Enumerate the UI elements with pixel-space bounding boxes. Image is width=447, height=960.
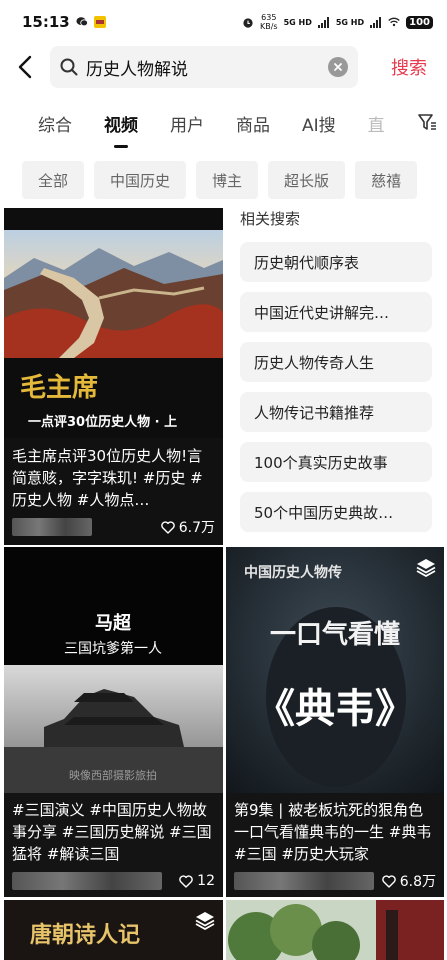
- status-time: 15:13: [22, 13, 70, 31]
- clear-search-button[interactable]: [328, 57, 348, 77]
- related-search-item[interactable]: 人物传记书籍推荐: [240, 392, 432, 432]
- signal-1-label: 5G HD: [283, 17, 312, 27]
- related-searches: 相关搜索 历史朝代顺序表 中国近代史讲解完… 历史人物传奇人生 人物传记书籍推荐…: [232, 206, 442, 532]
- back-button[interactable]: [0, 44, 50, 90]
- heart-icon: [160, 520, 175, 534]
- video-cover-ma-chao: 马超 三国坑爹第一人 映像西部摄影旅拍: [4, 547, 223, 797]
- result-tabs: 综合 视频 用户 商品 AI搜 直: [0, 100, 447, 146]
- battery-level: 100: [406, 15, 433, 29]
- filter-button[interactable]: [417, 112, 437, 136]
- chip-cixi[interactable]: 慈禧: [355, 161, 418, 199]
- signal-bars-icon: [317, 16, 330, 28]
- wifi-icon: [388, 16, 400, 28]
- tab-products[interactable]: 商品: [236, 111, 270, 136]
- video-cover-trees: [226, 900, 444, 960]
- video-meta: 6.7万: [12, 517, 215, 537]
- heart-icon: [381, 874, 396, 888]
- related-searches-title: 相关搜索: [240, 210, 301, 228]
- network-speed: 635 KB/s: [260, 13, 278, 31]
- video-cover-great-wall: 毛主席 一点评30位历史人物 · 上: [4, 208, 223, 438]
- video-card[interactable]: 马超 三国坑爹第一人 映像西部摄影旅拍 #三国演义 #中国历史人物故事分享 #三…: [4, 547, 223, 897]
- status-left: 15:13: [22, 13, 106, 31]
- collection-stack-icon: [195, 910, 215, 934]
- search-icon: [60, 58, 78, 76]
- video-card[interactable]: [226, 900, 444, 960]
- chip-blogger[interactable]: 博主: [196, 161, 259, 199]
- video-card[interactable]: 唐朝诗人记: [4, 900, 223, 960]
- chip-extra-long[interactable]: 超长版: [268, 161, 346, 199]
- signal-2-label: 5G HD: [335, 17, 365, 27]
- close-icon: [334, 63, 342, 71]
- chat-bubble-icon: [76, 16, 88, 28]
- video-card-info: 第9集 | 被老板坑死的狠角色 一口气看懂典韦的一生 #典韦 #三国 #历史大玩…: [226, 793, 444, 897]
- like-count[interactable]: 12: [179, 873, 215, 889]
- chevron-left-icon: [18, 55, 32, 79]
- tab-live[interactable]: 直: [368, 111, 385, 136]
- related-search-item[interactable]: 100个真实历史故事: [240, 442, 432, 482]
- video-cover-tang-poets: 唐朝诗人记: [4, 900, 223, 960]
- alarm-icon: [242, 16, 254, 28]
- like-count[interactable]: 6.8万: [381, 871, 436, 891]
- filter-funnel-icon: [418, 114, 436, 130]
- like-count-text: 6.7万: [178, 520, 215, 536]
- cover-mid-text: 一口气看懂: [270, 619, 400, 650]
- video-description: 第9集 | 被老板坑死的狠角色 一口气看懂典韦的一生 #典韦 #三国 #历史大玩…: [234, 801, 432, 863]
- net-speed-unit: KB/s: [259, 22, 278, 31]
- cover-big-text: 《典韦》: [255, 685, 415, 732]
- chip-chinese-history[interactable]: 中国历史: [94, 161, 187, 199]
- cover-top-text: 中国历史人物传: [244, 564, 342, 581]
- author-avatar-name[interactable]: [12, 872, 162, 890]
- video-meta: 12: [12, 871, 215, 891]
- video-card[interactable]: 中国历史人物传 一口气看懂 《典韦》 第9集 | 被老板坑死的狠角色 一口气看懂…: [226, 547, 444, 897]
- tab-general[interactable]: 综合: [38, 111, 72, 136]
- cover-big-text: 毛主席: [20, 372, 98, 403]
- related-search-item[interactable]: 50个中国历史典故…: [240, 492, 432, 532]
- search-input[interactable]: [86, 57, 328, 77]
- like-count-text: 12: [197, 873, 215, 889]
- status-right: 635 KB/s 5G HD 5G HD 100: [242, 13, 433, 31]
- related-search-item[interactable]: 历史朝代顺序表: [240, 242, 432, 282]
- video-description: #三国演义 #中国历史人物故事分享 #三国历史解说 #三国猛将 #解读三国: [12, 801, 212, 863]
- chip-all[interactable]: 全部: [22, 161, 85, 199]
- signal-bars-icon: [370, 16, 382, 28]
- tab-video[interactable]: 视频: [104, 111, 138, 136]
- search-submit-button[interactable]: 搜索: [391, 54, 427, 80]
- video-meta: 6.8万: [234, 871, 436, 891]
- net-speed-value: 635: [261, 13, 277, 22]
- video-card[interactable]: 毛主席 一点评30位历史人物 · 上 毛主席点评30位历史人物!言简意赅，字字珠…: [4, 208, 223, 545]
- collection-stack-icon: [416, 557, 436, 581]
- like-count[interactable]: 6.7万: [160, 517, 215, 537]
- video-cover-dian-wei: 中国历史人物传 一口气看懂 《典韦》: [226, 547, 444, 797]
- author-avatar-name[interactable]: [234, 872, 374, 890]
- author-avatar-name[interactable]: [12, 518, 92, 536]
- cover-watermark: 映像西部摄影旅拍: [69, 768, 157, 782]
- related-search-item[interactable]: 中国近代史讲解完…: [240, 292, 432, 332]
- video-card-info: 毛主席点评30位历史人物!言简意赅，字字珠玑! #历史 #历史人物 #人物点… …: [4, 439, 223, 545]
- status-bar: 15:13 635 KB/s 5G HD 5G HD 100: [0, 0, 447, 44]
- tab-ai-search[interactable]: AI搜: [302, 111, 336, 136]
- cover-subtitle: 三国坑爹第一人: [64, 640, 162, 657]
- cover-title: 唐朝诗人记: [30, 922, 140, 948]
- filter-chips: 全部 中国历史 博主 超长版 慈禧: [0, 160, 447, 200]
- heart-icon: [179, 874, 193, 888]
- search-row: 搜索: [0, 44, 447, 90]
- video-description: 毛主席点评30位历史人物!言简意赅，字字珠玑! #历史 #历史人物 #人物点…: [12, 447, 203, 509]
- cover-title: 马超: [95, 612, 132, 634]
- video-card-info: #三国演义 #中国历史人物故事分享 #三国历史解说 #三国猛将 #解读三国 12: [4, 793, 223, 897]
- like-count-text: 6.8万: [399, 874, 436, 890]
- cover-sub-text: 一点评30位历史人物 · 上: [28, 414, 177, 430]
- tab-users[interactable]: 用户: [170, 111, 204, 136]
- search-box[interactable]: [50, 46, 358, 88]
- app-notification-icon: [93, 16, 106, 28]
- related-search-item[interactable]: 历史人物传奇人生: [240, 342, 432, 382]
